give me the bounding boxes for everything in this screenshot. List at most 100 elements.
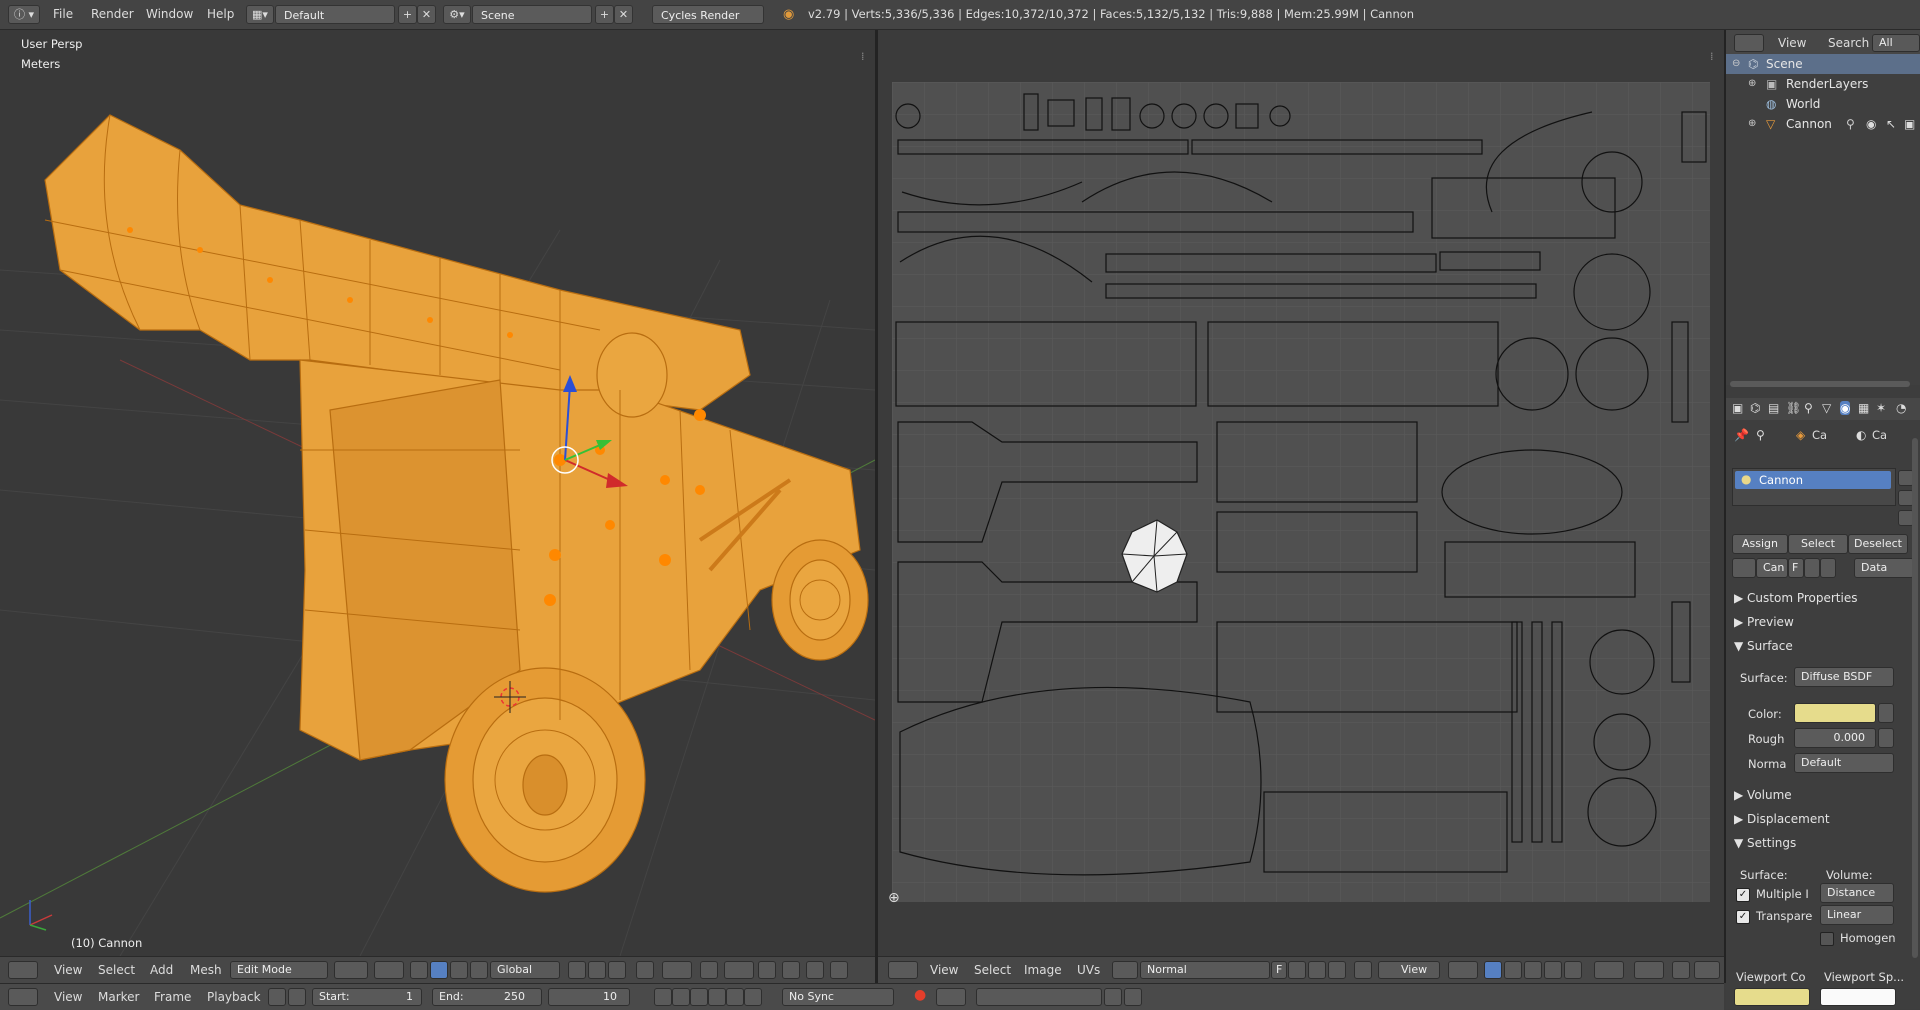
data-tab-icon[interactable]: ▽ — [1822, 401, 1831, 415]
material-fake-user[interactable]: F — [1788, 558, 1804, 578]
material-name-field[interactable]: Can — [1756, 558, 1788, 578]
start-frame-field[interactable]: Start: 1 — [312, 988, 422, 1006]
vertex-select-icon[interactable] — [568, 961, 586, 979]
play-icon[interactable] — [708, 988, 726, 1006]
open-image-icon[interactable] — [1308, 961, 1326, 979]
remove-scene-icon[interactable]: ✕ — [614, 5, 633, 24]
viewport-specular-swatch[interactable] — [1820, 988, 1896, 1006]
mode-select[interactable]: Edit Mode — [230, 961, 328, 979]
scene-tab-icon[interactable]: ⌬ — [1750, 401, 1760, 415]
section-custom-properties[interactable]: ▶ Custom Properties — [1734, 591, 1857, 605]
physics-tab-icon[interactable]: ◔ — [1896, 401, 1906, 415]
camera-icon[interactable] — [806, 961, 824, 979]
expand-icon[interactable]: ⊕ — [1748, 74, 1756, 94]
link-select[interactable]: Data — [1854, 558, 1914, 578]
menu-file[interactable]: File — [53, 0, 73, 29]
breadcrumb-object[interactable]: Ca — [1812, 428, 1827, 442]
outliner-row-cannon[interactable]: ⊕ ▽ Cannon ⚲ ◉ ↖ ▣ — [1726, 114, 1920, 134]
play-reverse-icon[interactable] — [690, 988, 708, 1006]
scene-field[interactable]: Scene — [472, 5, 592, 24]
viewport-color-swatch[interactable] — [1734, 988, 1810, 1006]
uv-pivot-icon[interactable] — [1448, 961, 1478, 979]
select-button[interactable]: Select — [1788, 534, 1848, 554]
particles-tab-icon[interactable]: ✶ — [1876, 401, 1886, 415]
volume-interpolation-select[interactable]: Linear — [1820, 905, 1894, 925]
modifier-tab-icon[interactable]: ⚲ — [1804, 401, 1813, 415]
screen-layout-field[interactable]: Default — [275, 5, 395, 24]
outliner-menu-view[interactable]: View — [1778, 30, 1806, 56]
volume-sampling-select[interactable]: Distance — [1820, 883, 1894, 903]
editor-type-timeline-icon[interactable] — [8, 988, 38, 1006]
image-name-field[interactable]: Normal — [1140, 961, 1270, 979]
add-layout-icon[interactable]: + — [398, 5, 417, 24]
image-fake-user-button[interactable]: F — [1271, 961, 1287, 979]
manipulator-toggle-icon[interactable] — [410, 961, 428, 979]
material-browse-icon[interactable] — [1732, 558, 1756, 578]
current-frame-field[interactable]: 10 — [548, 988, 630, 1006]
scene-icon[interactable]: ⚙▾ — [443, 5, 471, 24]
properties-scrollbar[interactable] — [1912, 438, 1918, 958]
render-engine-select[interactable]: Cycles Render — [652, 5, 764, 24]
editor-type-3d-icon[interactable] — [8, 961, 38, 979]
material-tab-icon[interactable]: ◉ — [1840, 401, 1851, 415]
unlink-image-icon[interactable] — [1328, 961, 1346, 979]
pin-image-icon[interactable] — [1354, 961, 1372, 979]
outliner-scrollbar[interactable] — [1730, 381, 1910, 387]
outliner-row-world[interactable]: ◍ World — [1726, 94, 1920, 114]
color-swatch[interactable] — [1794, 703, 1876, 723]
menu-help[interactable]: Help — [207, 0, 234, 29]
screen-layout-icon[interactable]: ▦▾ — [246, 5, 274, 24]
section-settings[interactable]: ▼ Settings — [1734, 836, 1796, 850]
uv-menu-select[interactable]: Select — [974, 957, 1011, 983]
area-split-corner-icon[interactable]: ⁞ — [861, 50, 865, 63]
multiple-importance-checkbox[interactable]: ✓ — [1736, 888, 1750, 902]
info-editor-type-button[interactable]: ⓘ ▾ — [8, 5, 40, 24]
uv-vertex-select-icon[interactable] — [1504, 961, 1522, 979]
assign-button[interactable]: Assign — [1732, 534, 1788, 554]
new-image-icon[interactable] — [1288, 961, 1306, 979]
normal-select[interactable]: Default — [1794, 753, 1894, 773]
snap-element-icon[interactable] — [724, 961, 754, 979]
viewport-menu-mesh[interactable]: Mesh — [190, 957, 222, 983]
active-keying-set-field[interactable] — [976, 988, 1102, 1006]
section-surface[interactable]: ▼ Surface — [1734, 639, 1793, 653]
opengl-render-icon[interactable] — [758, 961, 776, 979]
deselect-button[interactable]: Deselect — [1848, 534, 1908, 554]
record-keyframe-icon[interactable]: ● — [914, 987, 926, 1003]
uv-proportional-icon[interactable] — [1634, 961, 1664, 979]
preview-range-icon[interactable] — [268, 988, 286, 1006]
image-browse-icon[interactable] — [1112, 961, 1138, 979]
jump-prev-key-icon[interactable] — [672, 988, 690, 1006]
uv-island-select-icon[interactable] — [1564, 961, 1582, 979]
outliner-menu-search[interactable]: Search — [1828, 30, 1869, 56]
3d-viewport[interactable]: User Persp Meters (10) Cannon ⁞ — [0, 30, 875, 956]
section-displacement[interactable]: ▶ Displacement — [1734, 812, 1830, 826]
jump-start-icon[interactable] — [654, 988, 672, 1006]
overlay-icon[interactable] — [830, 961, 848, 979]
pin-icon[interactable]: 📌 — [1734, 428, 1749, 442]
orientation-select[interactable]: Global — [490, 961, 560, 979]
end-frame-field[interactable]: End: 250 — [432, 988, 542, 1006]
viewport-menu-add[interactable]: Add — [150, 957, 173, 983]
material-slot-row[interactable]: ● Cannon — [1735, 471, 1891, 489]
timeline-menu-playback[interactable]: Playback — [207, 984, 261, 1010]
section-preview[interactable]: ▶ Preview — [1734, 615, 1794, 629]
render-tab-icon[interactable]: ▣ — [1732, 401, 1743, 415]
object-tab-icon[interactable]: ▤ — [1768, 401, 1779, 415]
sync-selection-icon[interactable] — [1484, 961, 1502, 979]
color-link-icon[interactable] — [1878, 703, 1894, 723]
texture-tab-icon[interactable]: ▦ — [1858, 401, 1869, 415]
cannon-mesh[interactable] — [44, 114, 869, 893]
pivot-select-icon[interactable] — [374, 961, 404, 979]
snap-toggle-icon[interactable] — [700, 961, 718, 979]
uv-snap-element-icon[interactable] — [1694, 961, 1720, 979]
delete-keyframe-icon[interactable] — [1124, 988, 1142, 1006]
new-material-icon[interactable] — [1804, 558, 1820, 578]
limit-selection-icon[interactable] — [636, 961, 654, 979]
timeline-menu-marker[interactable]: Marker — [98, 984, 139, 1010]
uv-menu-image[interactable]: Image — [1024, 957, 1062, 983]
rotate-manipulator-icon[interactable] — [450, 961, 468, 979]
uv-view-select[interactable]: View — [1378, 961, 1440, 979]
selectable-arrow-icon[interactable]: ↖ — [1886, 114, 1896, 134]
proportional-edit-icon[interactable] — [662, 961, 692, 979]
